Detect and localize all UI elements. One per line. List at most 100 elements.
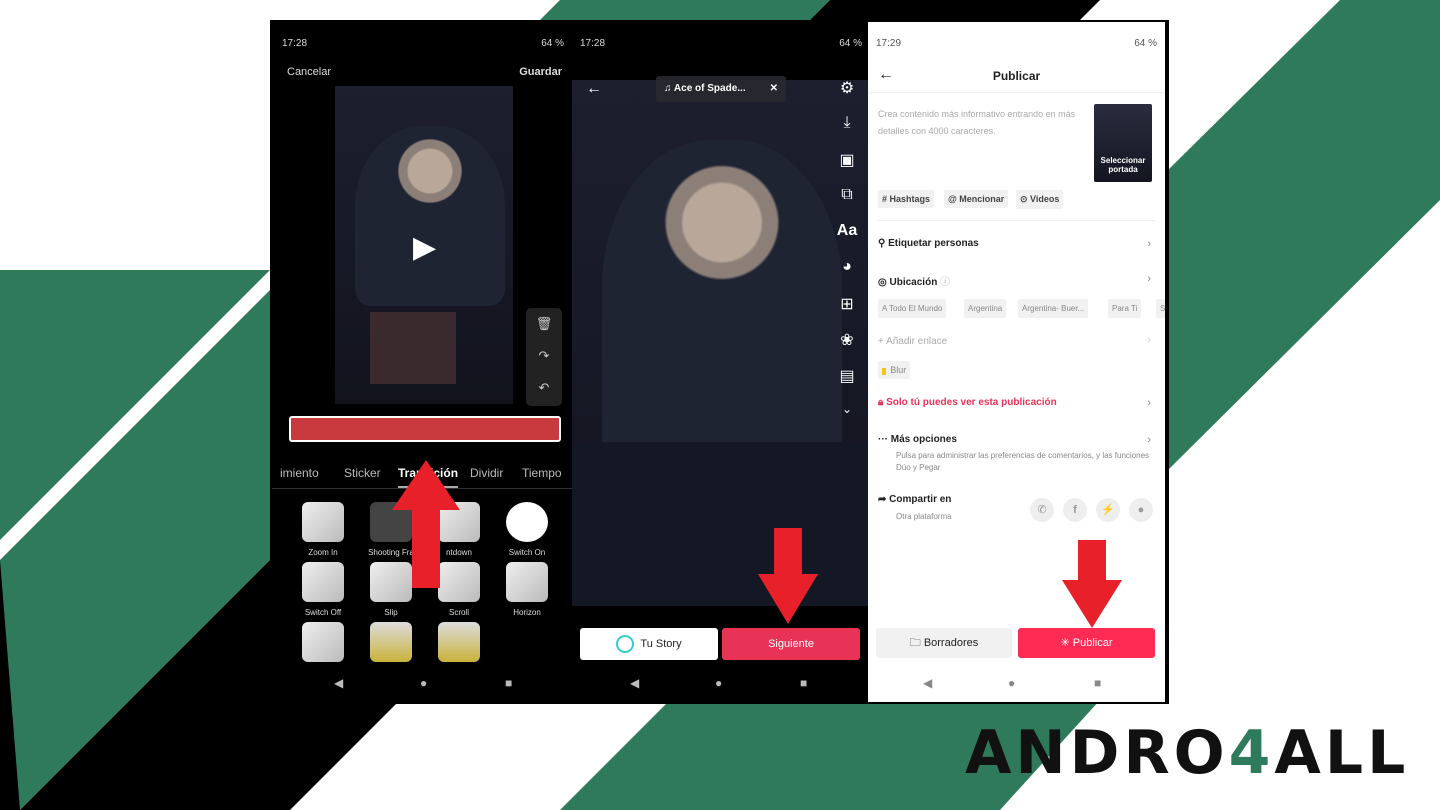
- screenshots-frame: 17:28 64 % Cancelar Guardar ▶ 🗑 ↷ ↶ imient…: [270, 20, 1169, 704]
- add-link-label: Añadir enlace: [886, 336, 948, 347]
- download-icon[interactable]: ⤓: [836, 114, 858, 132]
- transition-thumb[interactable]: [506, 562, 548, 602]
- music-pill[interactable]: ♫ Ace of Spade... ✕: [656, 76, 786, 102]
- save-button[interactable]: Guardar: [519, 66, 562, 78]
- status-time: 17:28: [282, 38, 308, 49]
- chevron-right-icon: ›: [1147, 273, 1151, 285]
- preview-screen: 17:28 64 % ← ♫ Ace of Spade... ✕ ⚙ ⤓ ▣ ⧉ …: [572, 22, 868, 702]
- drafts-icon: 🗀: [909, 637, 924, 649]
- share-row: ➦ Compartir en: [878, 494, 951, 505]
- transition-thumb[interactable]: [302, 502, 344, 542]
- chevron-down-icon[interactable]: ⌄: [836, 402, 858, 416]
- captions-icon[interactable]: ▤: [836, 366, 858, 386]
- blur-chip[interactable]: ■ Blur: [878, 361, 911, 379]
- status-battery: 64 %: [541, 38, 564, 49]
- clip-icon[interactable]: ▣: [836, 150, 858, 170]
- close-icon[interactable]: ✕: [770, 76, 778, 102]
- red-arrow-down-icon: [758, 528, 818, 624]
- transition-thumb[interactable]: [506, 502, 548, 542]
- transition-thumb[interactable]: [302, 622, 344, 662]
- editor-screen: 17:28 64 % Cancelar Guardar ▶ 🗑 ↷ ↶ imient…: [272, 22, 572, 702]
- privacy-row[interactable]: 🔒︎ Solo tú puedes ver esta publicación: [878, 397, 1057, 408]
- location-chip[interactable]: Argentina- Buer...: [1018, 299, 1089, 318]
- video-preview[interactable]: ▶: [335, 86, 513, 404]
- location-chip[interactable]: Para Ti: [1108, 299, 1142, 318]
- transition-label: Scroll: [448, 608, 469, 617]
- sticker-icon[interactable]: ⊞: [836, 294, 858, 314]
- music-title: Ace of Spade...: [673, 83, 746, 94]
- transition-label: Horizon: [513, 608, 541, 617]
- status-battery: 64 %: [839, 38, 862, 49]
- effects-icon[interactable]: ❀: [836, 330, 858, 350]
- blur-label: Blur: [890, 365, 907, 375]
- location-row[interactable]: ◎ Ubicación ⓘ: [878, 273, 950, 288]
- tab-sticker[interactable]: Sticker: [344, 466, 381, 480]
- cover-select-button[interactable]: Seleccionar portada: [1094, 104, 1152, 182]
- tab-movimiento[interactable]: imiento: [280, 466, 319, 480]
- cancel-button[interactable]: Cancelar: [287, 66, 331, 78]
- redo-icon[interactable]: ↷: [526, 340, 562, 372]
- videos-chip[interactable]: ⊙ Videos: [1016, 190, 1064, 209]
- chevron-right-icon: ›: [1147, 238, 1151, 250]
- story-label: Tu Story: [640, 638, 682, 650]
- blur-icon: ■: [882, 368, 887, 375]
- location-label: Ubicación: [889, 277, 938, 288]
- back-arrow-icon[interactable]: ←: [586, 80, 602, 98]
- status-time: 17:28: [580, 38, 606, 49]
- edit-tools: 🗑 ↷ ↶: [526, 308, 562, 406]
- chevron-right-icon: ›: [1147, 397, 1151, 409]
- mention-chip[interactable]: @ Mencionar: [944, 190, 1009, 208]
- text-icon[interactable]: Aa: [836, 222, 858, 240]
- drafts-button[interactable]: 🗀 Borradores: [876, 628, 1012, 658]
- red-arrow-up-icon: [392, 460, 460, 588]
- undo-icon[interactable]: ↶: [526, 372, 562, 404]
- add-link-row[interactable]: + Añadir enlace: [878, 336, 947, 347]
- trash-icon[interactable]: 🗑: [526, 308, 562, 340]
- plus-icon: +: [878, 336, 887, 347]
- play-icon[interactable]: ▶: [413, 230, 436, 265]
- story-ring-icon: [616, 635, 635, 654]
- chevron-right-icon: ›: [1147, 334, 1151, 346]
- red-arrow-down-icon: [1062, 540, 1122, 628]
- message-icon[interactable]: ●: [1129, 498, 1153, 522]
- tab-dividir[interactable]: Dividir: [470, 466, 503, 480]
- hashtags-chip[interactable]: # Hashtags: [878, 190, 935, 208]
- transition-thumb[interactable]: [302, 562, 344, 602]
- video-preview[interactable]: [572, 80, 868, 606]
- tag-people-label: Etiquetar personas: [888, 238, 979, 249]
- whatsapp-icon[interactable]: ✆: [1030, 498, 1054, 522]
- location-chip[interactable]: S: [1156, 299, 1165, 318]
- drafts-label: Borradores: [923, 637, 979, 649]
- cards-icon[interactable]: ⧉: [836, 186, 858, 204]
- share-label: Compartir en: [889, 494, 952, 505]
- lock-icon: 🔒︎: [878, 397, 887, 408]
- tag-people-row[interactable]: ⚲ Etiquetar personas: [878, 238, 979, 249]
- publish-button[interactable]: ✳ Publicar: [1018, 628, 1155, 658]
- timeline-clip[interactable]: [289, 416, 561, 442]
- location-chip[interactable]: Argentina: [964, 299, 1007, 318]
- more-options-row[interactable]: ··· Más opciones: [878, 434, 957, 445]
- palette-icon[interactable]: ◕: [836, 258, 858, 276]
- transition-label: Switch Off: [304, 608, 342, 617]
- transition-thumb[interactable]: [370, 622, 412, 662]
- more-options-label: Más opciones: [890, 434, 957, 445]
- settings-icon[interactable]: ⚙: [836, 78, 858, 98]
- status-battery: 64 %: [1134, 38, 1157, 49]
- messenger-icon[interactable]: ⚡: [1096, 498, 1120, 522]
- publish-screen: 17:29 64 % ← Publicar Crea contenido más…: [868, 22, 1165, 702]
- andro4all-logo: ANDRO4ALL: [965, 718, 1410, 788]
- status-time: 17:29: [876, 38, 902, 49]
- transition-thumb[interactable]: [438, 622, 480, 662]
- facebook-icon[interactable]: f: [1063, 498, 1087, 522]
- caption-input[interactable]: Crea contenido más informativo entrando …: [878, 106, 1078, 140]
- share-icon: ➦: [878, 494, 890, 505]
- chevron-right-icon: ›: [1147, 434, 1151, 446]
- privacy-label: Solo tú puedes ver esta publicación: [886, 397, 1057, 408]
- more-options-description: Pulsa para administrar las preferencias …: [896, 451, 1150, 472]
- next-button[interactable]: Siguiente: [722, 628, 860, 660]
- tab-tiempo[interactable]: Tiempo: [522, 466, 562, 480]
- your-story-button[interactable]: Tu Story: [580, 628, 718, 660]
- page-title: Publicar: [992, 69, 1041, 83]
- location-chip[interactable]: A Todo El Mundo: [878, 299, 947, 318]
- music-note-icon: ♫: [664, 83, 674, 94]
